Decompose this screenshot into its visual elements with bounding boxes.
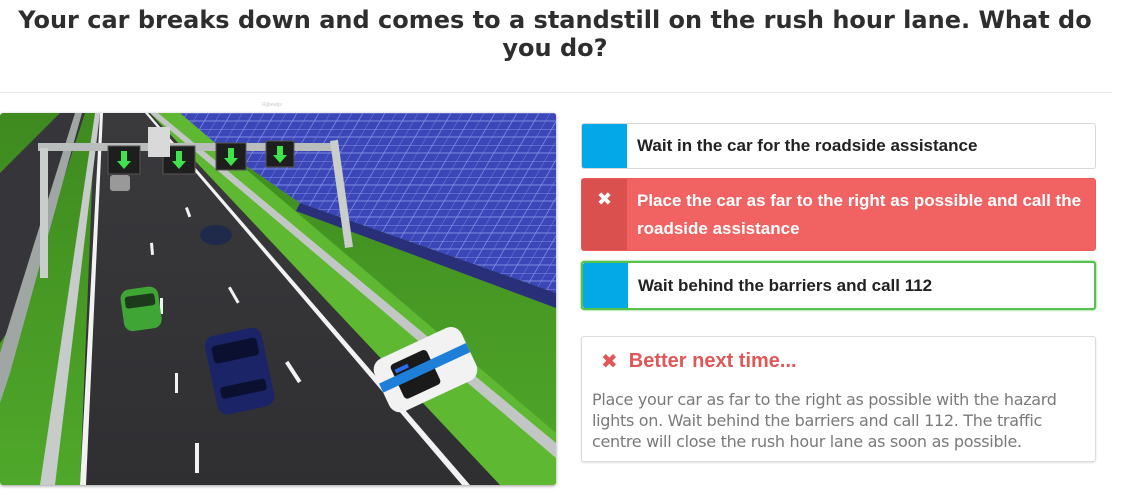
cross-icon: ✖ [601, 351, 618, 373]
answer-label: Wait in the car for the roadside assista… [637, 136, 978, 155]
answer-option-1[interactable]: Wait in the car for the roadside assista… [581, 123, 1096, 169]
feedback-panel: ✖ Better next time... Place your car as … [581, 336, 1096, 462]
divider [0, 92, 1112, 93]
answer-label: Place the car as far to the right as pos… [637, 190, 1082, 238]
answer-label: Wait behind the barriers and call 112 [638, 275, 933, 295]
motorway-scene-image [0, 113, 556, 485]
question-title: Your car breaks down and comes to a stan… [18, 6, 1092, 62]
answer-marker [583, 263, 628, 308]
feedback-body: Place your car as far to the right as po… [592, 390, 1057, 451]
feedback-title-text: Better next time... [628, 350, 797, 372]
answer-option-3[interactable]: Wait behind the barriers and call 112 [581, 261, 1096, 310]
wrong-cross-icon: ✖ [582, 179, 627, 250]
answer-marker [582, 124, 627, 168]
feedback-title: ✖ Better next time... [592, 349, 1085, 374]
image-watermark: Rijbewijs [262, 102, 282, 108]
answer-option-2[interactable]: ✖ Place the car as far to the right as p… [581, 178, 1096, 251]
